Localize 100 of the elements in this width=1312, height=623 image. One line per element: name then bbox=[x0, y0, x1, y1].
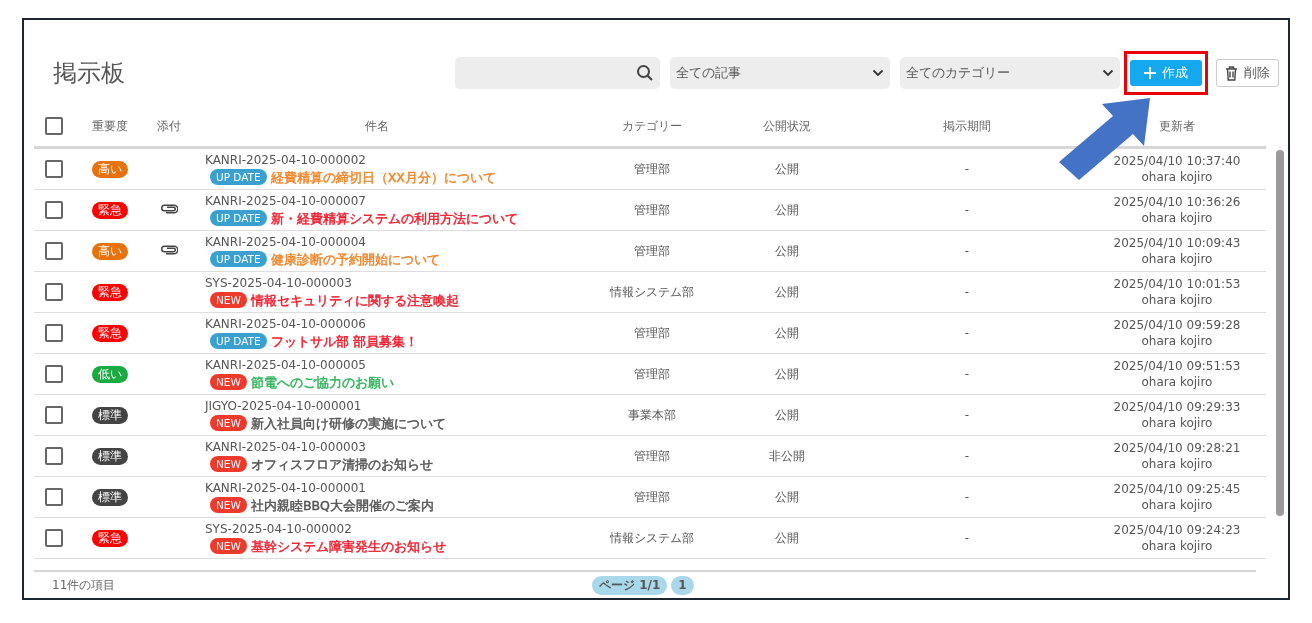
notice-id: KANRI-2025-04-10-000004 bbox=[205, 235, 366, 250]
updated-time: 2025/04/10 10:37:40 bbox=[1113, 154, 1241, 168]
updated-time: 2025/04/10 10:09:43 bbox=[1113, 236, 1241, 250]
publish-status-text: 公開 bbox=[775, 529, 799, 547]
category-text: 情報システム部 bbox=[610, 529, 694, 547]
notice-title-link[interactable]: 新・経費精算システムの利用方法について bbox=[270, 210, 518, 226]
updated-time: 2025/04/10 09:28:21 bbox=[1113, 441, 1241, 455]
priority-tag: 標準 bbox=[92, 447, 128, 465]
priority-tag: 高い bbox=[92, 160, 128, 178]
row-checkbox[interactable] bbox=[45, 529, 63, 547]
page-title: 掲示板 bbox=[53, 58, 126, 89]
scrollbar-thumb[interactable] bbox=[1276, 150, 1284, 516]
updater-name: ohara kojiro bbox=[1141, 252, 1213, 266]
publish-status-text: 公開 bbox=[775, 242, 799, 260]
row-checkbox[interactable] bbox=[45, 160, 63, 178]
row-checkbox[interactable] bbox=[45, 283, 63, 301]
row-checkbox[interactable] bbox=[45, 365, 63, 383]
notice-title-link[interactable]: 経費精算の締切日（XX月分）について bbox=[270, 169, 496, 185]
column-header: 更新者 bbox=[1159, 117, 1195, 135]
chevron-down-icon bbox=[1102, 69, 1114, 77]
column-header: 件名 bbox=[365, 117, 389, 135]
status-badge: NEW bbox=[210, 292, 247, 308]
priority-tag: 緊急 bbox=[92, 324, 128, 342]
publish-status-text: 公開 bbox=[775, 406, 799, 424]
column-header: 掲示期間 bbox=[943, 117, 991, 135]
category-text: 管理部 bbox=[634, 242, 670, 260]
category-text: 管理部 bbox=[634, 201, 670, 219]
priority-tag: 緊急 bbox=[92, 283, 128, 301]
notice-id: KANRI-2025-04-10-000006 bbox=[205, 317, 366, 332]
publish-status-text: 公開 bbox=[775, 201, 799, 219]
row-checkbox[interactable] bbox=[45, 324, 63, 342]
category-text: 情報システム部 bbox=[610, 283, 694, 301]
category-text: 事業本部 bbox=[628, 406, 676, 424]
priority-tag: 高い bbox=[92, 242, 128, 260]
pagination-button[interactable]: 1 bbox=[671, 575, 694, 595]
period-text: - bbox=[964, 490, 970, 504]
filter-dropdown[interactable]: 全てのカテゴリー bbox=[900, 57, 1120, 89]
notice-id: JIGYO-2025-04-10-000001 bbox=[205, 399, 362, 414]
status-badge: UP DATE bbox=[210, 333, 267, 349]
notice-title-link[interactable]: 節電へのご協力のお願い bbox=[250, 374, 394, 390]
updater-name: ohara kojiro bbox=[1141, 211, 1213, 225]
delete-button[interactable]: 削除 bbox=[1216, 59, 1279, 87]
select-all-checkbox[interactable] bbox=[45, 117, 63, 135]
row-checkbox[interactable] bbox=[45, 201, 63, 219]
publish-status-text: 公開 bbox=[775, 488, 799, 506]
row-checkbox[interactable] bbox=[45, 406, 63, 424]
period-text: - bbox=[964, 162, 970, 176]
row-checkbox[interactable] bbox=[45, 447, 63, 465]
filter-dropdown[interactable]: 全ての記事 bbox=[670, 57, 890, 89]
priority-tag: 標準 bbox=[92, 488, 128, 506]
updater-name: ohara kojiro bbox=[1141, 334, 1213, 348]
period-text: - bbox=[964, 408, 970, 422]
category-text: 管理部 bbox=[634, 324, 670, 342]
row-checkbox[interactable] bbox=[45, 242, 63, 260]
updated-time: 2025/04/10 10:36:26 bbox=[1113, 195, 1241, 209]
notice-id: SYS-2025-04-10-000003 bbox=[205, 276, 352, 291]
search-field[interactable] bbox=[455, 57, 660, 89]
period-text: - bbox=[964, 326, 970, 340]
publish-status-text: 公開 bbox=[775, 324, 799, 342]
updated-time: 2025/04/10 09:24:23 bbox=[1113, 523, 1241, 537]
updater-name: ohara kojiro bbox=[1141, 457, 1213, 471]
search-icon[interactable] bbox=[636, 64, 654, 82]
trash-icon bbox=[1225, 65, 1238, 81]
category-text: 管理部 bbox=[634, 160, 670, 178]
notice-title-link[interactable]: オフィスフロア清掃のお知らせ bbox=[250, 456, 433, 472]
category-text: 管理部 bbox=[634, 488, 670, 506]
updated-time: 2025/04/10 09:25:45 bbox=[1113, 482, 1241, 496]
row-checkbox[interactable] bbox=[45, 488, 63, 506]
updated-time: 2025/04/10 09:59:28 bbox=[1113, 318, 1241, 332]
column-header: 公開状況 bbox=[763, 117, 811, 135]
notice-title-link[interactable]: 情報セキュリティに関する注意喚起 bbox=[250, 292, 459, 308]
item-count: 11件の項目 bbox=[52, 576, 117, 594]
period-text: - bbox=[964, 203, 970, 217]
column-header: 添付 bbox=[157, 117, 181, 135]
publish-status-text: 公開 bbox=[775, 283, 799, 301]
create-button[interactable]: 作成 bbox=[1130, 60, 1202, 86]
updated-time: 2025/04/10 10:01:53 bbox=[1113, 277, 1241, 291]
notice-title-link[interactable]: 健康診断の予約開始について bbox=[270, 251, 440, 267]
notice-title-link[interactable]: フットサル部 部員募集！ bbox=[270, 333, 418, 349]
notice-title-link[interactable]: 新入社員向け研修の実施について bbox=[250, 415, 446, 431]
status-badge: NEW bbox=[210, 497, 247, 513]
publish-status-text: 公開 bbox=[775, 160, 799, 178]
status-badge: NEW bbox=[210, 374, 247, 390]
updater-name: ohara kojiro bbox=[1141, 416, 1213, 430]
status-badge: NEW bbox=[210, 538, 247, 554]
notice-id: KANRI-2025-04-10-000007 bbox=[205, 194, 366, 209]
period-text: - bbox=[964, 285, 970, 299]
column-header: カテゴリー bbox=[622, 117, 682, 135]
notice-id: KANRI-2025-04-10-000005 bbox=[205, 358, 366, 373]
status-badge: UP DATE bbox=[210, 251, 267, 267]
notice-title-link[interactable]: 社内親睦BBQ大会開催のご案内 bbox=[250, 497, 434, 513]
status-badge: UP DATE bbox=[210, 210, 267, 226]
pagination-button[interactable]: ページ 1/1 bbox=[592, 575, 668, 595]
period-text: - bbox=[964, 244, 970, 258]
period-text: - bbox=[964, 449, 970, 463]
notice-id: SYS-2025-04-10-000002 bbox=[205, 522, 352, 537]
priority-tag: 緊急 bbox=[92, 529, 128, 547]
notice-id: KANRI-2025-04-10-000003 bbox=[205, 440, 366, 455]
publish-status-text: 公開 bbox=[775, 365, 799, 383]
notice-title-link[interactable]: 基幹システム障害発生のお知らせ bbox=[250, 538, 446, 554]
